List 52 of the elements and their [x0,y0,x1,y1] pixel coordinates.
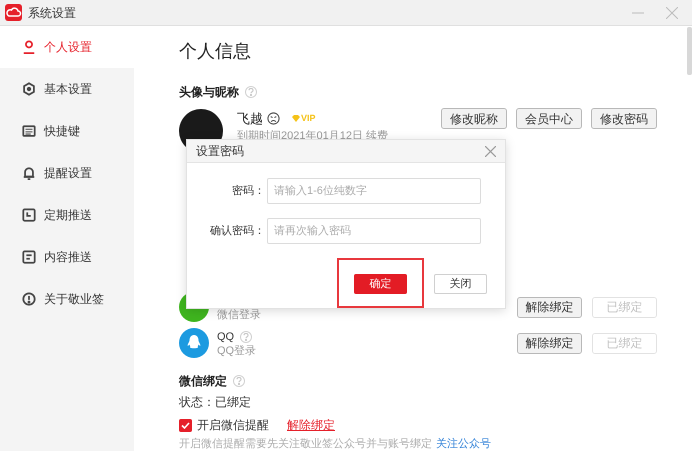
dialog-title: 设置密码 [196,143,244,160]
sidebar-item[interactable]: 基本设置 [0,68,134,110]
help-icon[interactable] [233,375,245,387]
close-icon[interactable] [485,146,496,156]
binding-status: 状态：已绑定 [179,395,252,410]
section-heading: 微信绑定 [179,373,227,390]
unbind-button[interactable]: 解除绑定 [517,296,582,318]
help-icon[interactable] [240,331,252,343]
sidebar-item[interactable]: 快捷键 [0,110,134,152]
window-title: 系统设置 [28,4,76,22]
profile-button[interactable]: 修改昵称 [441,108,507,129]
account-name: QQ [217,330,234,344]
user-icon [22,40,36,54]
unbind-button[interactable]: 解除绑定 [517,332,582,354]
reminder-checkbox[interactable] [179,418,192,432]
document-icon [22,250,36,264]
app-logo-icon [5,4,22,21]
reminder-note: 开启微信提醒需要先关注敬业签公众号并与账号绑定 [179,438,432,451]
account-subtitle: 微信登录 [217,308,261,322]
sidebar-item[interactable]: 定期推送 [0,194,134,236]
calendar-icon [22,208,36,222]
penguin-logo-icon [179,328,209,358]
field-label: 确认密码： [209,224,265,239]
account-subtitle: QQ登录 [217,344,256,358]
close-icon[interactable] [666,6,678,18]
scrollbar-thumb[interactable] [687,27,692,75]
user-name: 飞越 [237,110,263,128]
reminder-label: 开启微信提醒 [197,417,269,434]
profile-button[interactable]: 修改密码 [591,108,657,129]
password-field[interactable]: 请再次输入密码 [267,218,481,244]
info-icon [22,292,36,306]
sidebar-item[interactable]: 提醒设置 [0,152,134,194]
help-icon[interactable] [245,86,257,98]
settings-icon [22,82,36,96]
sidebar-item[interactable]: 个人设置 [0,26,134,68]
follow-account-link[interactable]: 关注公众号 [436,438,491,451]
unbind-link[interactable]: 解除绑定 [287,416,335,434]
checkmark-icon [181,422,190,428]
sidebar-item[interactable]: 内容推送 [0,236,134,278]
minimize-icon[interactable] [632,12,644,14]
confirm-button[interactable]: 确定 [354,274,407,294]
bell-icon [22,166,36,180]
field-label: 密码： [231,184,265,199]
password-field[interactable]: 请输入1-6位纯数字 [267,178,481,204]
section-heading: 头像与昵称 [179,84,239,101]
keyboard-icon [22,124,36,138]
close-button[interactable]: 关闭 [434,274,487,294]
page-title: 个人信息 [179,40,252,63]
face-icon [267,112,280,126]
sidebar-item[interactable]: 关于敬业签 [0,278,134,320]
vip-badge: VIP [292,112,316,126]
profile-button[interactable]: 会员中心 [516,108,582,129]
